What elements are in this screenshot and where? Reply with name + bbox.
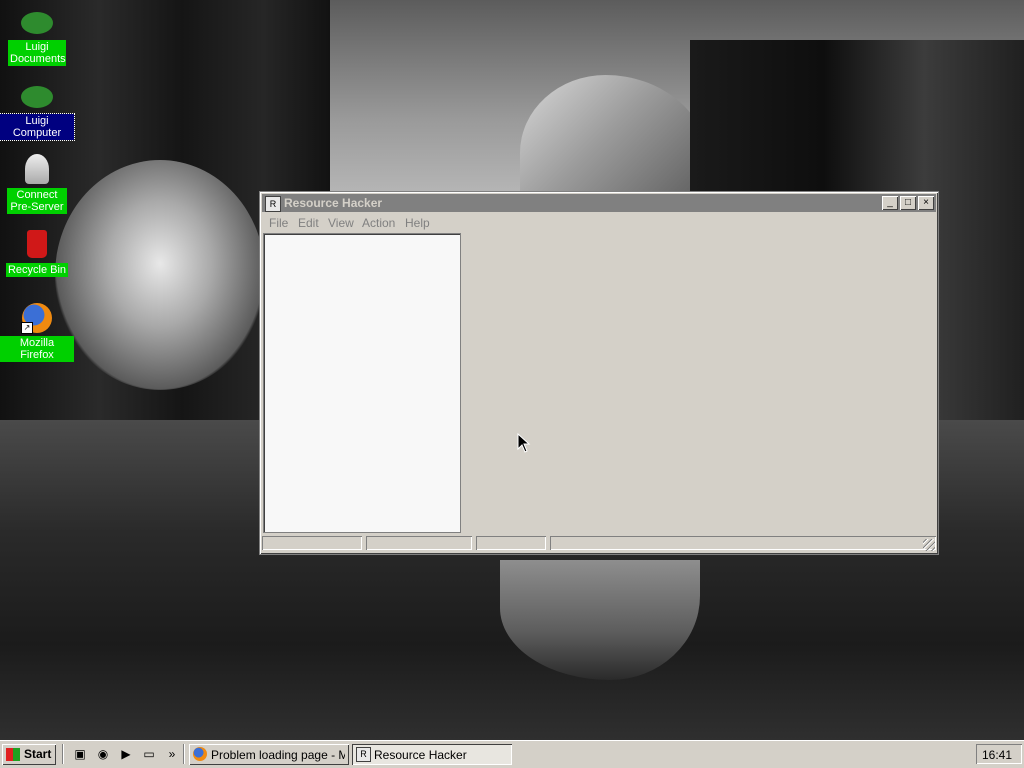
status-panel-2 [366, 536, 472, 550]
menu-bar: File Edit View Action Help [262, 214, 936, 232]
desktop-icon-label: Luigi Computer [0, 113, 75, 141]
desktop-icon-connect-pre-server[interactable]: Connect Pre-Server [0, 154, 74, 214]
recycle-bin-icon [21, 228, 53, 260]
task-button-resource-hacker[interactable]: R Resource Hacker [352, 744, 512, 765]
task-button-label: Problem loading page - Mo... [211, 748, 345, 762]
desktop-icon-label: Recycle Bin [5, 263, 69, 277]
menu-view[interactable]: View [328, 216, 354, 230]
desktop-icon-label: Luigi Documents [8, 40, 66, 66]
resource-hacker-icon: R [356, 747, 372, 763]
clock[interactable]: 16:41 [982, 748, 1012, 762]
server-icon [21, 154, 53, 186]
status-bar [262, 536, 936, 552]
shortcut-arrow-icon: ↗ [21, 322, 33, 334]
window-title: Resource Hacker [284, 196, 383, 210]
task-button-firefox[interactable]: Problem loading page - Mo... [189, 744, 349, 765]
desktop-icon-mozilla-firefox[interactable]: ↗ Mozilla Firefox [0, 302, 74, 362]
menu-action[interactable]: Action [362, 216, 395, 230]
resize-grip[interactable] [923, 539, 935, 551]
media-player-icon[interactable]: ▶ [118, 746, 134, 762]
start-label: Start [24, 747, 52, 761]
maximize-button[interactable]: □ [900, 196, 916, 210]
desktop-icon-recycle-bin[interactable]: Recycle Bin [0, 228, 74, 277]
status-panel-1 [262, 536, 362, 550]
browser-icon[interactable]: ◉ [95, 746, 111, 762]
status-panel-4 [550, 536, 936, 550]
resource-hacker-icon: R [265, 196, 281, 212]
desktop-icon-luigi-documents[interactable]: Luigi Documents [0, 6, 74, 66]
show-desktop-icon[interactable]: ▣ [72, 746, 88, 762]
status-panel-3 [476, 536, 546, 550]
desktop-icon-label: Mozilla Firefox [0, 336, 74, 362]
desktop-icon-luigi-computer[interactable]: Luigi Computer [0, 80, 75, 141]
wallpaper-bush [55, 160, 265, 390]
resource-tree-pane[interactable] [263, 233, 461, 533]
menu-file[interactable]: File [269, 216, 288, 230]
taskbar: Start ▣ ◉ ▶ ▭ » Problem loading page - M… [0, 740, 1024, 768]
green-blob-icon [21, 6, 53, 38]
resource-hacker-window[interactable]: R Resource Hacker _ □ × File Edit View A… [259, 191, 939, 555]
firefox-icon [193, 747, 209, 763]
taskbar-separator [183, 744, 185, 764]
system-tray: 16:41 [976, 744, 1022, 764]
window-icon[interactable]: ▭ [141, 746, 157, 762]
start-button[interactable]: Start [2, 744, 56, 765]
resource-view-pane [466, 233, 935, 531]
taskbar-separator [62, 744, 64, 764]
windows-logo-icon [6, 748, 20, 761]
menu-help[interactable]: Help [405, 216, 430, 230]
firefox-icon: ↗ [21, 302, 53, 334]
desktop[interactable]: Luigi Documents Luigi Computer Connect P… [0, 0, 1024, 740]
desktop-icon-label: Connect Pre-Server [7, 188, 67, 214]
task-button-label: Resource Hacker [374, 748, 467, 762]
menu-edit[interactable]: Edit [298, 216, 319, 230]
minimize-button[interactable]: _ [882, 196, 898, 210]
close-button[interactable]: × [918, 196, 934, 210]
green-blob-icon [21, 80, 53, 112]
quick-launch-chevron[interactable]: » [164, 746, 180, 762]
title-bar[interactable]: R Resource Hacker _ □ × [262, 194, 936, 212]
